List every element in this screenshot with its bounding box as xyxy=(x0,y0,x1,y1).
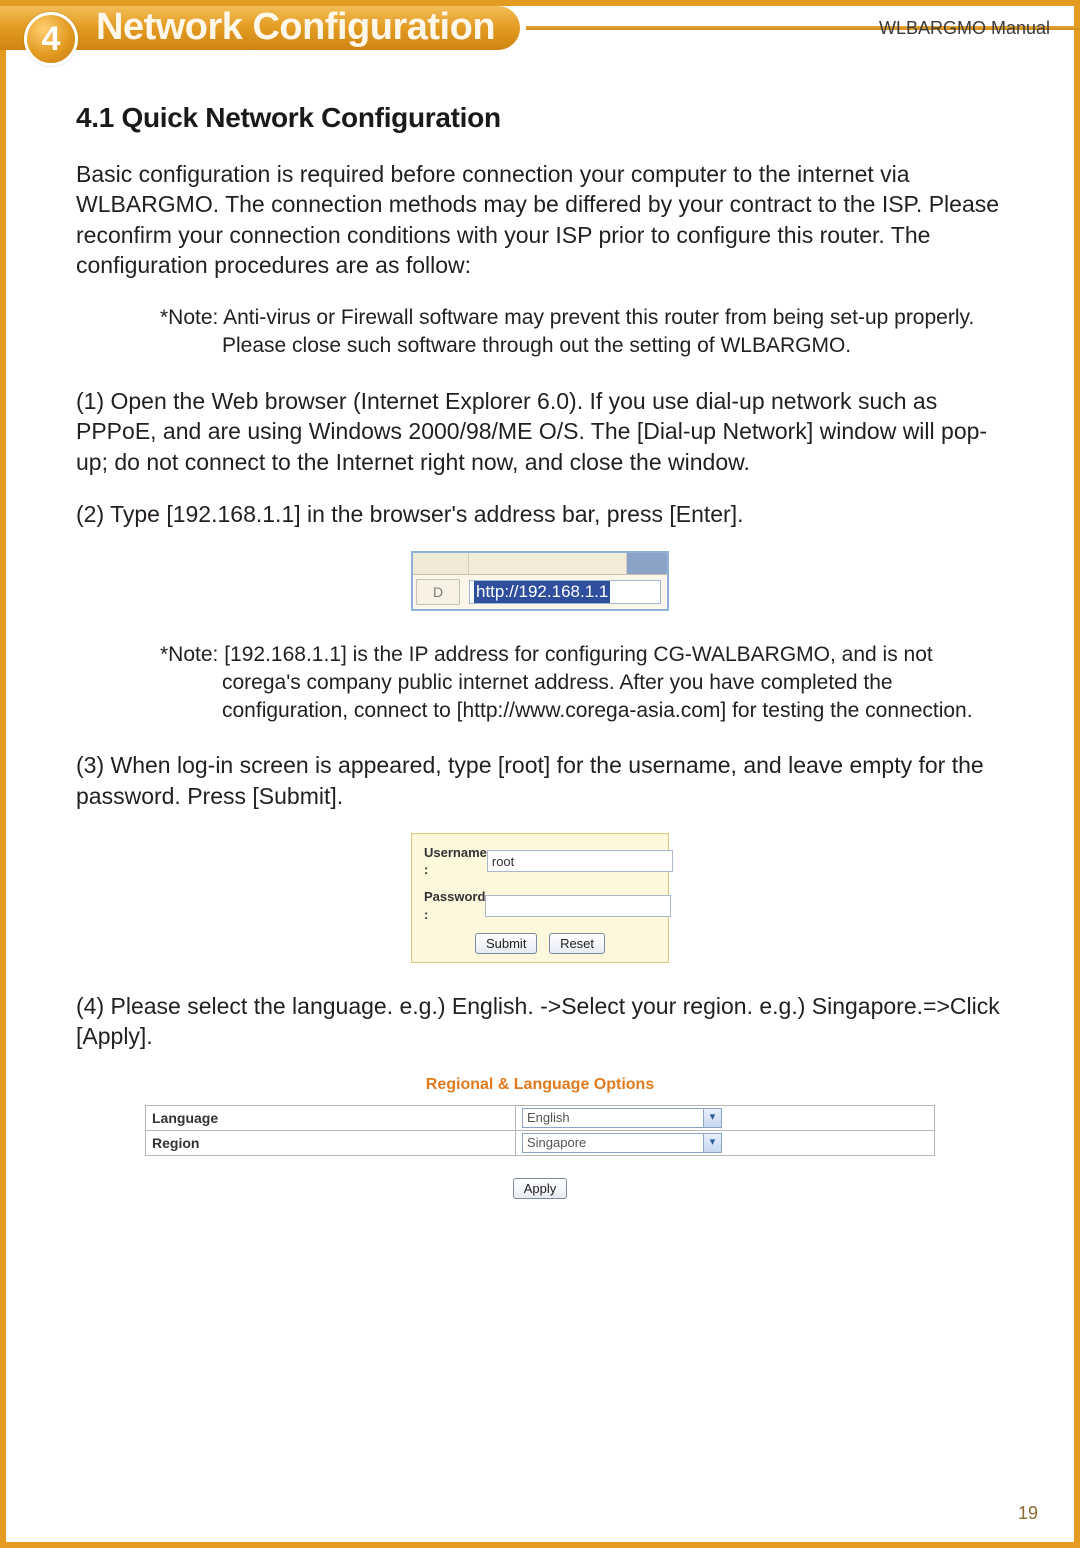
apply-row: Apply xyxy=(76,1170,1004,1200)
manual-name: WLBARGMO Manual xyxy=(879,18,1050,39)
login-password-row: Password : xyxy=(424,888,656,922)
username-input[interactable] xyxy=(487,850,673,872)
region-label-cell: Region xyxy=(146,1130,516,1155)
page-number: 19 xyxy=(1018,1503,1038,1524)
language-select-value: English xyxy=(523,1109,703,1126)
page: 4 Network Configuration WLBARGMO Manual … xyxy=(0,0,1080,1548)
reset-button[interactable]: Reset xyxy=(549,933,605,954)
note-2-body: [192.168.1.1] is the IP address for conf… xyxy=(222,643,973,721)
toolbar-cell xyxy=(469,553,627,574)
address-row: D http://192.168.1.1 xyxy=(413,575,667,609)
address-url: http://192.168.1.1 xyxy=(474,581,610,603)
step-4: (4) Please select the language. e.g.) En… xyxy=(76,991,1004,1052)
regional-table: Language English ▾ Region Singapore ▾ xyxy=(145,1105,935,1156)
intro-paragraph: Basic configuration is required before c… xyxy=(76,159,1004,280)
login-box: Username : Password : Submit Reset xyxy=(411,833,669,963)
apply-button[interactable]: Apply xyxy=(513,1178,568,1199)
table-row: Region Singapore ▾ xyxy=(146,1130,935,1155)
login-buttons: Submit Reset xyxy=(424,933,656,954)
chapter-number-badge: 4 xyxy=(24,12,78,66)
chevron-down-icon: ▾ xyxy=(703,1109,721,1127)
address-bar-figure: D http://192.168.1.1 xyxy=(76,551,1004,611)
section-heading: 4.1 Quick Network Configuration xyxy=(76,100,1004,137)
step-1: (1) Open the Web browser (Internet Explo… xyxy=(76,386,1004,477)
username-label: Username : xyxy=(424,844,487,878)
note-2: *Note: [192.168.1.1] is the IP address f… xyxy=(118,641,1004,724)
password-input[interactable] xyxy=(485,895,671,917)
step-2: (2) Type [192.168.1.1] in the browser's … xyxy=(76,499,1004,529)
regional-figure: Regional & Language Options Language Eng… xyxy=(76,1074,1004,1200)
login-figure: Username : Password : Submit Reset xyxy=(76,833,1004,963)
chevron-down-icon: ▾ xyxy=(703,1134,721,1152)
language-value-cell: English ▾ xyxy=(516,1105,935,1130)
note-1: *Note: Anti-virus or Firewall software m… xyxy=(118,304,1004,359)
note-1-body: Anti-virus or Firewall software may prev… xyxy=(222,306,974,357)
password-label: Password : xyxy=(424,888,485,922)
address-icon: D xyxy=(416,579,460,605)
chapter-title: Network Configuration xyxy=(96,6,495,49)
regional-title: Regional & Language Options xyxy=(76,1074,1004,1095)
note-2-label: *Note: xyxy=(160,643,218,666)
address-bar-window: D http://192.168.1.1 xyxy=(411,551,669,611)
login-username-row: Username : xyxy=(424,844,656,878)
table-row: Language English ▾ xyxy=(146,1105,935,1130)
region-value-cell: Singapore ▾ xyxy=(516,1130,935,1155)
chapter-header: 4 Network Configuration WLBARGMO Manual xyxy=(6,0,1074,70)
step-3: (3) When log-in screen is appeared, type… xyxy=(76,750,1004,811)
address-bar-toolbar xyxy=(413,553,667,575)
language-label-cell: Language xyxy=(146,1105,516,1130)
address-input[interactable]: http://192.168.1.1 xyxy=(469,580,661,604)
submit-button[interactable]: Submit xyxy=(475,933,537,954)
language-select[interactable]: English ▾ xyxy=(522,1108,722,1128)
toolbar-cell xyxy=(413,553,469,574)
note-1-label: *Note: xyxy=(160,306,218,329)
region-select-value: Singapore xyxy=(523,1134,703,1151)
region-select[interactable]: Singapore ▾ xyxy=(522,1133,722,1153)
page-content: 4.1 Quick Network Configuration Basic co… xyxy=(6,70,1074,1200)
toolbar-cell xyxy=(627,553,667,574)
